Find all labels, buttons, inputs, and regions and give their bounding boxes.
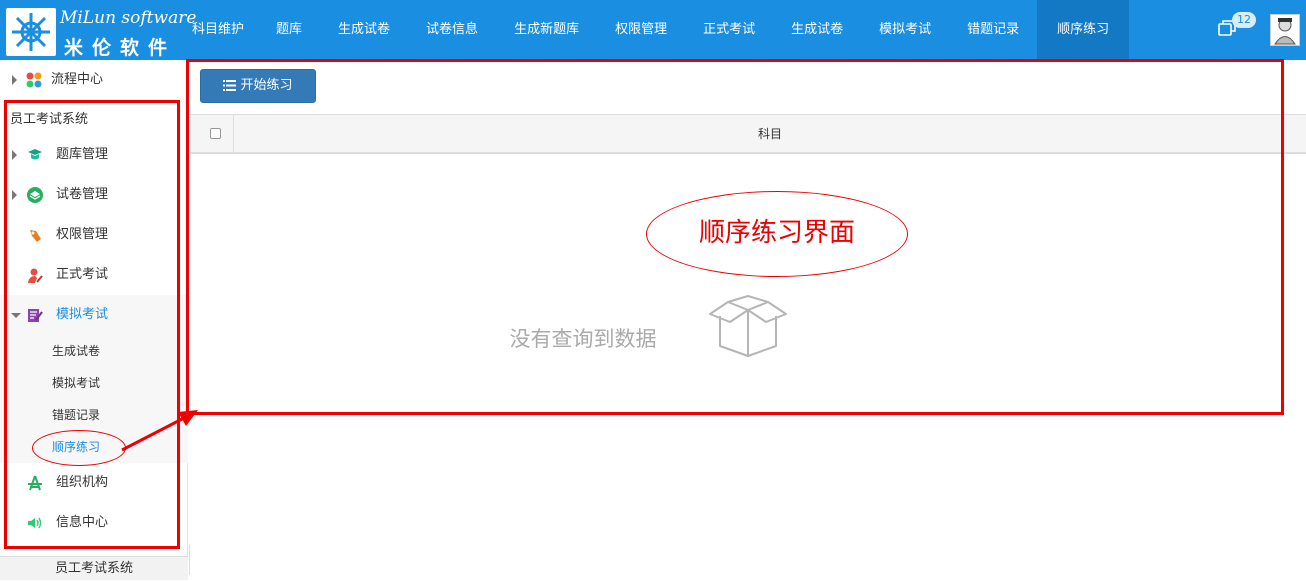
nav-formal-exam[interactable]: 正式考试 (685, 0, 773, 60)
flow-center-icon (26, 72, 42, 88)
nav-question-bank[interactable]: 题库 (258, 0, 320, 60)
logo-icon (6, 8, 56, 56)
nav-wrong-records[interactable]: 错题记录 (949, 0, 1037, 60)
nav-subject-maintenance[interactable]: 科目维护 (188, 0, 258, 60)
nav-permission[interactable]: 权限管理 (597, 0, 685, 60)
sidebar-footer: 员工考试系统 (0, 556, 188, 580)
annotation-arrow (121, 410, 198, 452)
logo-text-en: MiLun software (60, 8, 197, 28)
caret-right-icon (12, 75, 17, 85)
nav-mock-exam[interactable]: 模拟考试 (861, 0, 949, 60)
nav-generate-paper-2[interactable]: 生成试卷 (773, 0, 861, 60)
avatar[interactable] (1270, 14, 1300, 46)
logo-text-cn: 米伦软件 (64, 37, 177, 59)
header-actions: 12 (1196, 0, 1306, 60)
message-count-badge: 12 (1232, 12, 1256, 28)
sidebar-item-label: 流程中心 (51, 72, 104, 87)
top-navbar: MiLun software 米伦软件 科目维护 题库 生成试卷 试卷信息 生成新题库权… (0, 0, 1306, 60)
nav-sequential-practice[interactable]: 顺序练习 (1037, 0, 1130, 60)
annotation-subitem-ellipse (32, 430, 126, 466)
nav-generate-paper[interactable]: 生成试卷 (320, 0, 408, 60)
nav-paper-info[interactable]: 试卷信息 (408, 0, 496, 60)
logo[interactable]: MiLun software 米伦软件 (0, 0, 196, 60)
main-nav: 科目维护 题库 生成试卷 试卷信息 生成新题库 权限管理 正式考试 生成试卷 模拟考试 错题记录顺… (188, 0, 1130, 60)
nav-new-question-bank[interactable]: 生成新题库 (496, 0, 597, 60)
sidebar-item-flow-center[interactable]: 流程中心 (0, 60, 188, 100)
annotation-title: 顺序练习界面 (698, 218, 855, 248)
annotation-sidebar-frame (4, 100, 180, 549)
